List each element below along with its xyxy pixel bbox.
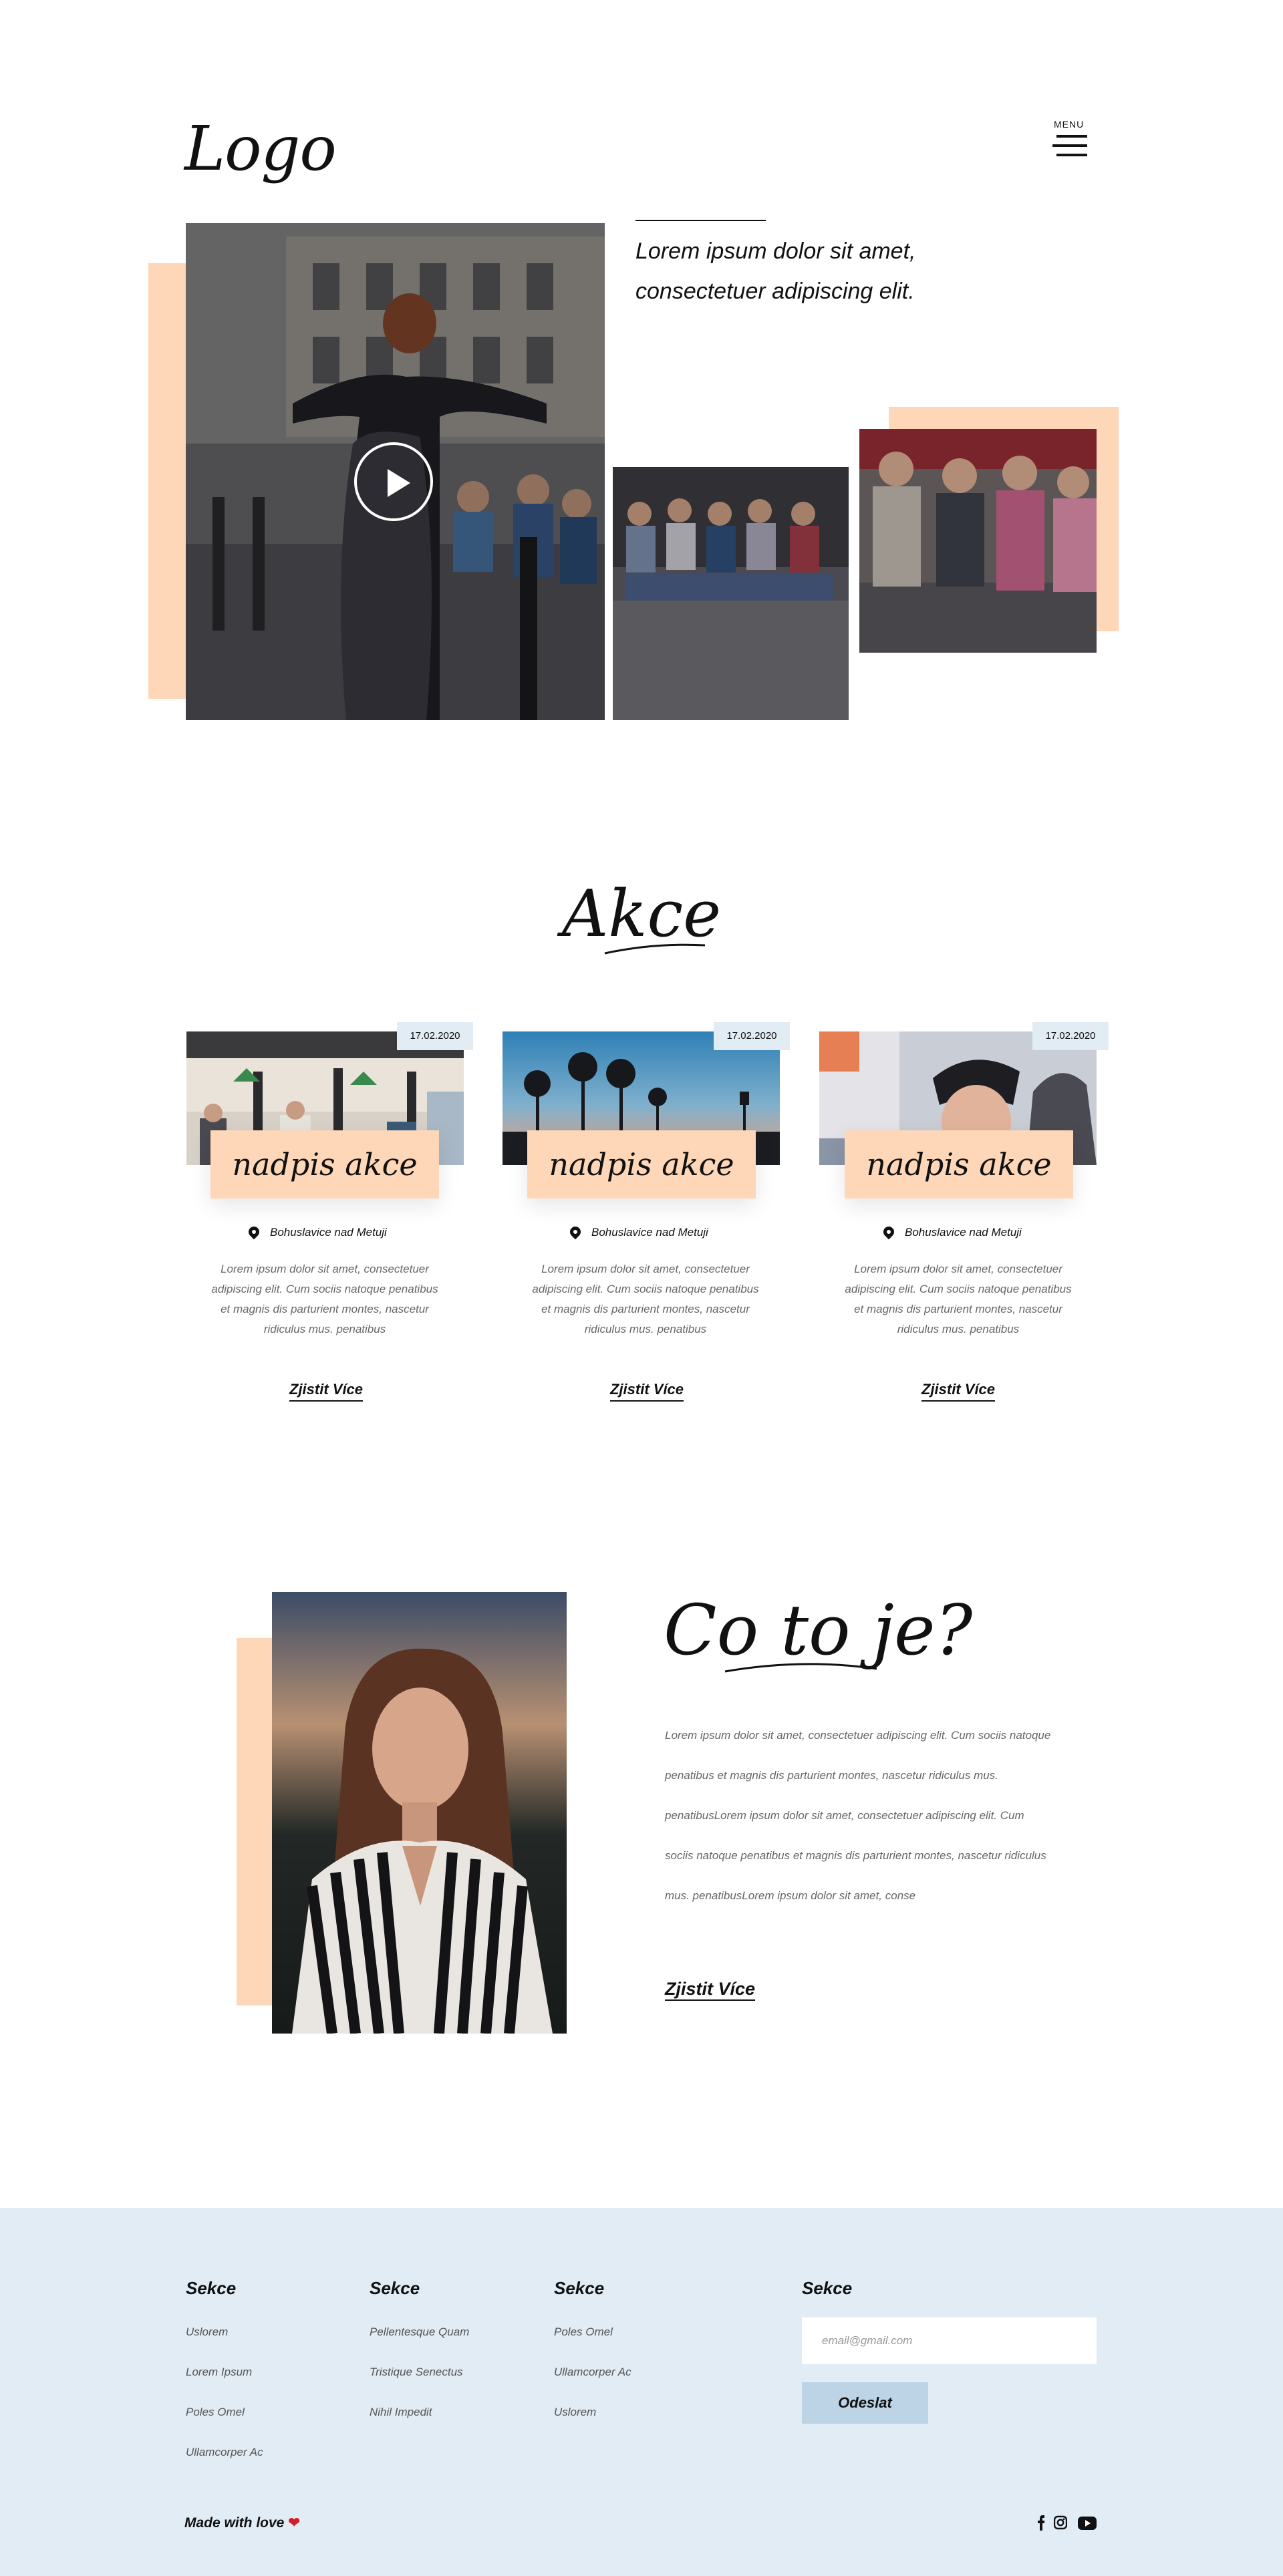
event-more-link[interactable]: Zjistit Více	[289, 1379, 364, 1402]
hero-accent-block-left	[148, 263, 188, 699]
location-pin-icon	[567, 1224, 583, 1239]
event-location-text: Bohuslavice nad Metuji	[905, 1226, 1022, 1239]
event-location: Bohuslavice nad Metuji	[246, 1223, 387, 1243]
footer-link[interactable]: Tristique Senectus	[370, 2364, 463, 2381]
footer-column-heading: Sekce	[186, 2278, 237, 2298]
about-accent-block	[237, 1638, 274, 2005]
footer-column-heading: Sekce	[370, 2278, 420, 2298]
facebook-icon[interactable]	[1036, 2512, 1046, 2535]
menu-line	[1056, 154, 1087, 156]
menu-button[interactable]: MENU	[1052, 119, 1087, 162]
logo[interactable]: Logo	[184, 112, 337, 186]
hero-text: Lorem ipsum dolor sit amet, consectetuer…	[635, 238, 916, 304]
footer-column-heading: Sekce	[554, 2278, 605, 2298]
play-button[interactable]	[354, 442, 433, 521]
footer-link[interactable]: Uslorem	[186, 2323, 228, 2341]
event-date-badge: 17.02.2020	[397, 1022, 473, 1050]
instagram-icon[interactable]	[1053, 2512, 1068, 2535]
made-with-love-text: Made with love	[184, 2515, 285, 2531]
event-more-link[interactable]: Zjistit Více	[610, 1379, 684, 1402]
about-more-link[interactable]: Zjistit Více	[665, 1978, 756, 2001]
event-more-link[interactable]: Zjistit Více	[921, 1379, 996, 1402]
event-card-title[interactable]: nadpis akce	[845, 1130, 1073, 1198]
footer-link[interactable]: Lorem Ipsum	[186, 2364, 252, 2381]
footer-link[interactable]: Pellentesque Quam	[370, 2323, 469, 2341]
footer-link[interactable]: Ullamcorper Ac	[186, 2444, 263, 2461]
menu-line	[1056, 135, 1087, 138]
footer-link[interactable]: Ullamcorper Ac	[554, 2364, 631, 2381]
events-title-underline	[604, 943, 706, 955]
event-description: Lorem ipsum dolor sit amet, consectetuer…	[532, 1263, 759, 1335]
menu-line	[1052, 144, 1087, 147]
event-card-title[interactable]: nadpis akce	[210, 1130, 439, 1198]
newsletter-submit-button[interactable]: Odeslat	[802, 2382, 928, 2424]
hero-divider	[635, 220, 766, 221]
menu-label: MENU	[1054, 119, 1085, 130]
event-description: Lorem ipsum dolor sit amet, consectetuer…	[845, 1263, 1072, 1335]
footer-link[interactable]: Nihil Impedit	[370, 2404, 432, 2421]
event-location: Bohuslavice nad Metuji	[881, 1223, 1022, 1243]
about-text: Lorem ipsum dolor sit amet, consectetuer…	[665, 1729, 1051, 1902]
hero-image-crowd	[859, 429, 1097, 653]
about-portrait-image	[272, 1592, 567, 2034]
heart-icon: ❤	[288, 2515, 300, 2531]
location-pin-icon	[881, 1224, 897, 1239]
event-location-text: Bohuslavice nad Metuji	[591, 1226, 708, 1239]
event-description: Lorem ipsum dolor sit amet, consectetuer…	[211, 1263, 438, 1335]
event-date-badge: 17.02.2020	[1032, 1022, 1109, 1050]
footer-link[interactable]: Uslorem	[554, 2404, 596, 2421]
footer-link[interactable]: Poles Omel	[554, 2323, 613, 2341]
location-pin-icon	[246, 1224, 262, 1239]
event-card-title[interactable]: nadpis akce	[527, 1130, 756, 1198]
newsletter-heading: Sekce	[802, 2278, 853, 2298]
newsletter-email-input[interactable]	[802, 2317, 1097, 2364]
hero-image-children	[613, 467, 849, 720]
youtube-icon[interactable]	[1077, 2512, 1097, 2535]
about-title-underline	[724, 1663, 877, 1673]
event-location-text: Bohuslavice nad Metuji	[270, 1226, 387, 1239]
footer-link[interactable]: Poles Omel	[186, 2404, 245, 2421]
made-with-love: Made with love ❤	[184, 2512, 300, 2535]
event-date-badge: 17.02.2020	[714, 1022, 790, 1050]
event-location: Bohuslavice nad Metuji	[567, 1223, 708, 1243]
